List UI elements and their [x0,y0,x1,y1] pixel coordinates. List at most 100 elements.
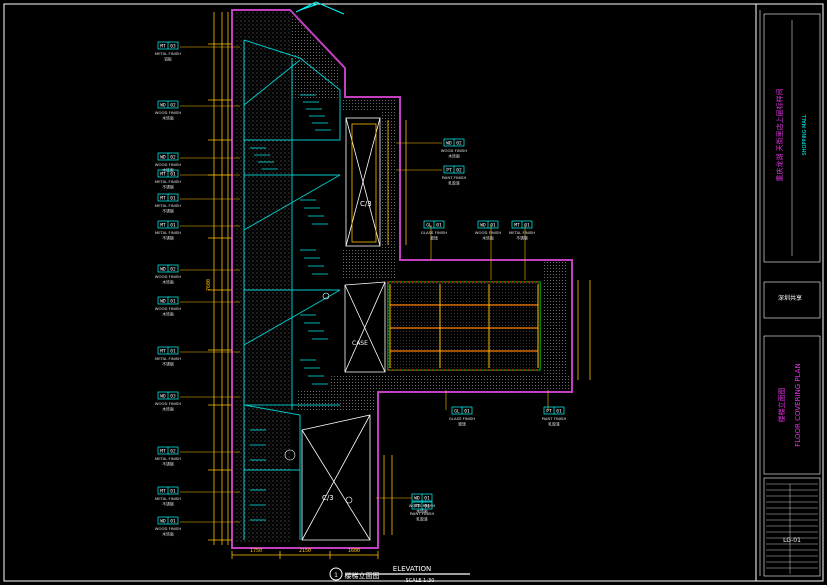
tag-note: METAL FINISH [155,51,181,56]
tag-code: MT [160,448,166,454]
tag-code: WD [160,102,166,108]
tag-code: PT [414,503,420,509]
tag-number: 01 [490,222,496,228]
tag-sub: 木饰面 [482,236,494,241]
tag-number: 01 [170,195,176,201]
designer-name: 深圳共享 [778,294,802,302]
tag-note: METAL FINISH [155,179,181,184]
elevation-scale: SCALE 1:30 [406,578,435,584]
left-finish-tag: WD 03 WOOD FINISH木饰面 [155,391,181,412]
bottom-dim-3: 1600 [348,548,360,554]
elevation-title: ELEVATION [393,565,431,573]
tag-sub: 铝板 [164,57,172,62]
tag-code: MT [160,222,166,228]
tag-code: MT [160,171,166,177]
project-name: 重庆龙湖 天街里店上层标样间 [775,88,784,181]
tag-code: MT [160,43,166,49]
left-finish-tag: MT 01 METAL FINISH不锈钢 [155,169,181,190]
case-label: CASE [352,340,368,347]
tag-note: METAL FINISH [155,456,181,461]
tag-number: 01 [170,222,176,228]
tag-sub: 乳胶漆 [448,181,460,186]
view-name: 楼梯立面图 [345,571,380,580]
tag-sub: 不锈钢 [162,236,174,241]
tag-code: WD [414,495,420,501]
tag-code: WD [446,140,452,146]
right-finish-tag: PT 02 PAINT FINISH乳胶漆 [442,165,467,186]
left-finish-tag: WD02WOOD FINISH木饰面 [155,152,182,173]
tag-number: 02 [170,102,176,108]
right-finish-tag: MT 01 METAL FINISH不锈钢 [509,220,535,241]
left-finish-tag: WD 02 WOOD FINISH木饰面 [155,100,182,121]
tag-sub: 木饰面 [162,280,174,285]
bottom-dim-2: 2150 [299,548,311,554]
tag-sub: 木饰面 [162,116,174,121]
tag-code: GL [454,408,460,414]
tag-sub: 不锈钢 [162,502,174,507]
tag-number: 02 [456,140,462,146]
tag-note: WOOD FINISH [155,526,182,531]
tag-note: GLASS FINISH [421,230,447,235]
tag-code: PT [446,167,452,173]
project-en: SHOPPING MALL [802,114,808,155]
tag-note: WOOD FINISH [155,274,182,279]
tag-note: METAL FINISH [155,203,181,208]
tag-sub: 不锈钢 [516,236,528,241]
tag-note: WOOD FINISH [155,110,182,115]
tag-code: WD [160,154,166,160]
upper-cabinet-panel [351,123,377,243]
tag-code: MT [514,222,520,228]
tag-number: 01 [524,222,530,228]
lower-cabinet [301,414,371,541]
tag-number: 02 [456,167,462,173]
tag-code: WD [160,266,166,272]
tag-number: 01 [436,222,442,228]
left-finish-tag: MT 01 METAL FINISH不锈钢 [155,220,181,241]
tag-note: GLASS FINISH [449,416,475,421]
tag-sub: 木饰面 [162,407,174,412]
tag-note: METAL FINISH [155,496,181,501]
left-finish-tag: WD 01 WOOD FINISH木饰面 [155,296,182,317]
tag-code: WD [160,518,166,524]
tag-number: 02 [170,266,176,272]
left-finish-tag: WD 02 WOOD FINISH木饰面 [155,264,182,285]
left-finish-tags: MT 03METAL FINISH铝板WD 02WOOD FINISH木饰面WD 02… [155,41,182,537]
tag-code: WD [480,222,486,228]
tag-sub: 乳胶漆 [548,422,560,427]
tag-number: 01 [170,488,176,494]
tag-sub: 玻璃 [458,422,466,427]
cabinet-lower-label: C/3 [322,494,334,502]
tag-sub: 木饰面 [448,154,460,159]
sheet-number: LG-01 [783,537,801,544]
left-finish-tag: MT 01 METAL FINISH不锈钢 [155,193,181,214]
tag-code: MT [160,488,166,494]
tag-note: WOOD FINISH [441,148,468,153]
tag-number: 01 [464,408,470,414]
right-finish-tag: WD 01 WOOD FINISH木饰面 [475,220,501,241]
concrete-fill [236,12,570,542]
right-finish-tag: GL 01 GLASS FINISH玻璃 [421,220,447,241]
tag-note: WOOD FINISH [155,162,182,167]
tag-sub: 不锈钢 [162,209,174,214]
tag-sub: 不锈钢 [162,185,174,190]
cabinet-upper-label: C/3 [360,200,372,208]
tag-code: GL [426,222,432,228]
tag-number: 02 [170,154,176,160]
tag-number: 01 [170,348,176,354]
sheet-title-cn: 楼梯立面图 [777,388,786,423]
tag-code: MT [160,348,166,354]
left-finish-tag: MT 01 METAL FINISH不锈钢 [155,346,181,367]
tag-note: WOOD FINISH [155,306,182,311]
tag-note: PAINT FINISH [442,175,467,180]
tag-sub: 木饰面 [162,312,174,317]
side-dim: 7600 [206,279,212,291]
bottom-dim-1: 1750 [250,548,262,554]
tag-note: METAL FINISH [155,356,181,361]
tag-number: 01 [170,171,176,177]
tag-number: 01 [424,503,430,509]
tag-number: 03 [170,393,176,399]
right-finish-tag: PT 01 PAINT FINISH乳胶漆 [542,406,566,427]
tag-note: PAINT FINISH [410,511,435,516]
left-finish-tag: MT 01 METAL FINISH不锈钢 [155,486,181,507]
tag-sub: 不锈钢 [162,462,174,467]
